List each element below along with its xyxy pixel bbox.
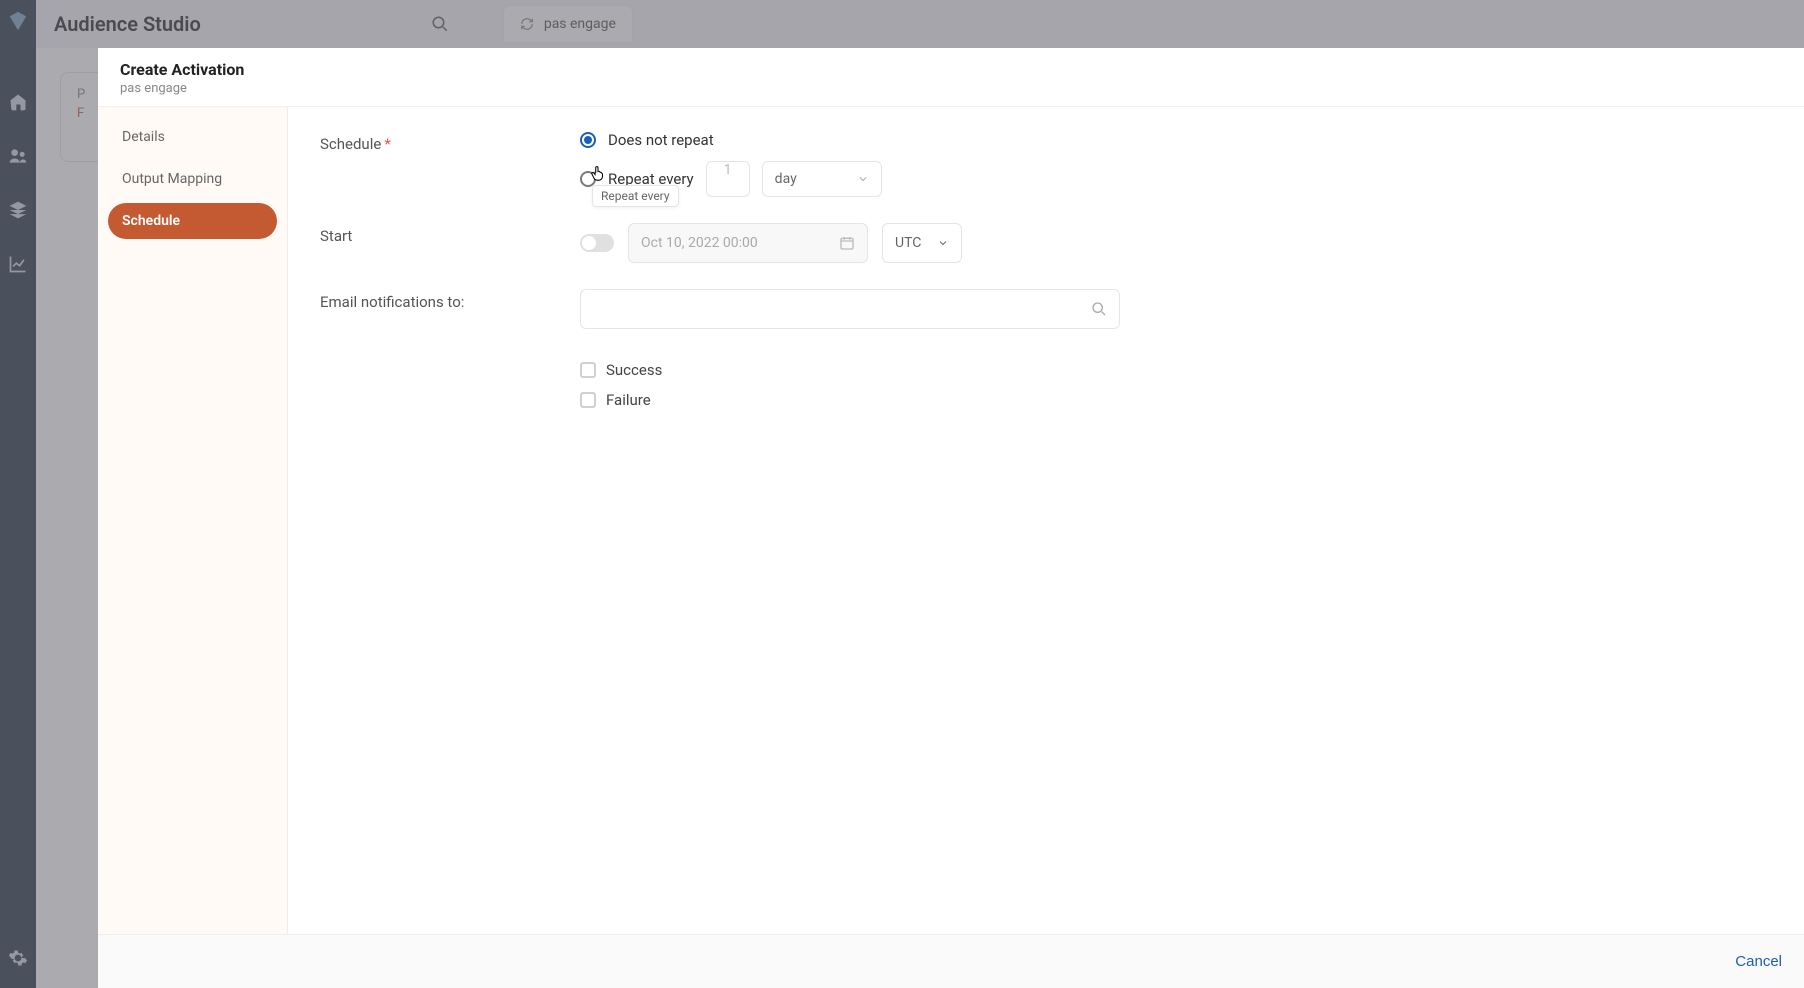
repeat-count-input[interactable]: 1 (706, 161, 750, 197)
step-output-mapping[interactable]: Output Mapping (108, 161, 277, 197)
chevron-down-icon (937, 237, 949, 249)
radio-does-not-repeat[interactable]: Does not repeat (580, 131, 1772, 149)
calendar-icon (839, 235, 855, 251)
checkbox-failure-label: Failure (606, 391, 651, 409)
step-details[interactable]: Details (108, 119, 277, 155)
email-search-input[interactable] (580, 289, 1120, 329)
checkbox-success-label: Success (606, 361, 662, 379)
repeat-tooltip: Repeat every (592, 185, 679, 207)
radio-icon (580, 132, 596, 148)
checkbox-failure[interactable]: Failure (580, 391, 1772, 409)
radio-does-not-repeat-label: Does not repeat (608, 131, 714, 149)
modal-footer: Cancel (98, 934, 1804, 988)
timezone-select[interactable]: UTC (882, 223, 962, 263)
cursor-hand-icon (589, 164, 607, 182)
modal-subtitle: pas engage (120, 81, 1782, 96)
start-date-input[interactable]: Oct 10, 2022 00:00 (628, 223, 868, 263)
checkbox-success[interactable]: Success (580, 361, 1772, 379)
modal-header: Create Activation pas engage (98, 48, 1804, 107)
checkbox-icon (580, 392, 596, 408)
chevron-down-icon (857, 173, 869, 185)
search-icon (1091, 301, 1107, 317)
email-to-label: Email notifications to: (320, 289, 580, 311)
start-label: Start (320, 223, 580, 245)
form-area: Schedule* Does not repeat Repeat every 1 (288, 107, 1804, 934)
start-toggle[interactable] (580, 234, 614, 252)
radio-repeat-every[interactable]: Repeat every 1 day Repeat every (580, 161, 1772, 197)
steps-nav: Details Output Mapping Schedule (98, 107, 288, 934)
step-schedule[interactable]: Schedule (108, 203, 277, 239)
modal-title: Create Activation (120, 60, 1782, 79)
cancel-button[interactable]: Cancel (1735, 953, 1782, 970)
checkbox-icon (580, 362, 596, 378)
schedule-label: Schedule* (320, 131, 580, 153)
repeat-unit-select[interactable]: day (762, 161, 882, 197)
create-activation-modal: Create Activation pas engage Details Out… (98, 48, 1804, 988)
